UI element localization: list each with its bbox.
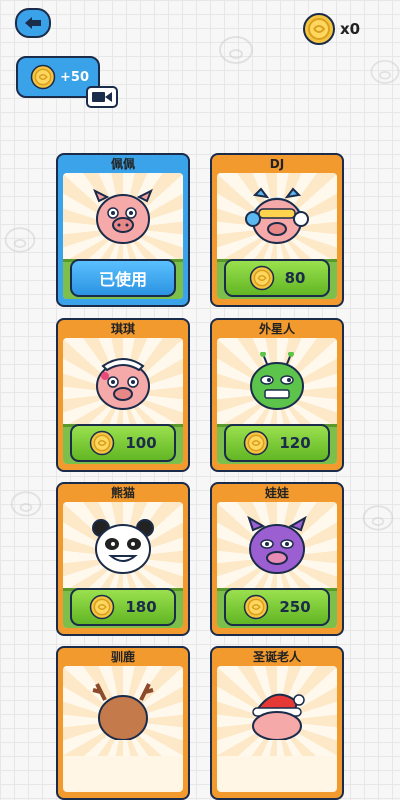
skin-name: 外星人 <box>258 322 295 336</box>
in-use-button[interactable]: 已使用 <box>70 259 176 297</box>
maid-pig-icon <box>96 358 150 410</box>
skin-card-dj[interactable]: DJ 80 <box>210 153 344 307</box>
coin-icon <box>90 594 115 620</box>
coin-icon <box>303 13 335 45</box>
skin-card-reindeer[interactable]: 驯鹿 <box>56 646 190 800</box>
coin-icon <box>244 430 269 456</box>
back-arrow-icon <box>25 17 41 29</box>
skin-name: 圣诞老人 <box>252 650 301 664</box>
skin-card-santa[interactable]: 圣诞老人 <box>210 646 344 800</box>
skin-name: 琪琪 <box>110 322 135 336</box>
coin-balance: x0 <box>302 12 360 46</box>
skin-card-panda[interactable]: 熊猫 180 <box>56 482 190 636</box>
price: 250 <box>279 598 311 616</box>
skin-name: 驯鹿 <box>110 650 135 664</box>
buy-button[interactable]: 250 <box>224 588 330 626</box>
ad-bonus-amount: +50 <box>60 69 89 85</box>
price: 100 <box>125 434 157 452</box>
panda-icon <box>92 519 154 574</box>
buy-button[interactable]: 180 <box>70 588 176 626</box>
pink-pig-icon <box>93 188 153 244</box>
skin-preview <box>217 666 337 792</box>
skin-name: 熊猫 <box>110 486 135 500</box>
price: 180 <box>125 598 157 616</box>
alien-pig-icon <box>250 352 304 410</box>
buy-button[interactable]: 80 <box>224 259 330 297</box>
skin-card-qiqi[interactable]: 琪琪 100 <box>56 318 190 472</box>
skin-name: 娃娃 <box>264 486 289 500</box>
background-pig-icon <box>10 491 42 517</box>
skin-preview <box>63 666 183 792</box>
purple-pig-icon <box>247 516 307 574</box>
skin-card-wawa[interactable]: 娃娃 250 <box>210 482 344 636</box>
dj-pig-icon <box>245 187 309 244</box>
buy-button[interactable]: 120 <box>224 424 330 462</box>
background-pig-icon <box>362 505 394 531</box>
price: 120 <box>279 434 311 452</box>
skin-name: 佩佩 <box>110 157 135 171</box>
background-pig-icon <box>219 36 253 64</box>
skin-name: DJ <box>269 157 285 171</box>
background-pig-icon <box>370 59 400 84</box>
buy-button[interactable]: 100 <box>70 424 176 462</box>
coin-count: x0 <box>340 20 361 38</box>
santa-hat-icon <box>252 693 305 740</box>
reindeer-icon <box>92 683 154 740</box>
price: 80 <box>284 269 306 287</box>
back-button[interactable] <box>15 8 51 38</box>
video-camera-icon <box>86 86 118 108</box>
skin-card-pepe[interactable]: 佩佩 已使用 <box>56 153 190 307</box>
coin-icon <box>244 594 269 620</box>
background-pig-icon <box>4 227 36 253</box>
coin-icon <box>90 430 115 456</box>
coin-icon <box>249 265 274 291</box>
coin-icon <box>30 64 56 90</box>
in-use-label: 已使用 <box>98 270 147 289</box>
skin-card-alien[interactable]: 外星人 120 <box>210 318 344 472</box>
